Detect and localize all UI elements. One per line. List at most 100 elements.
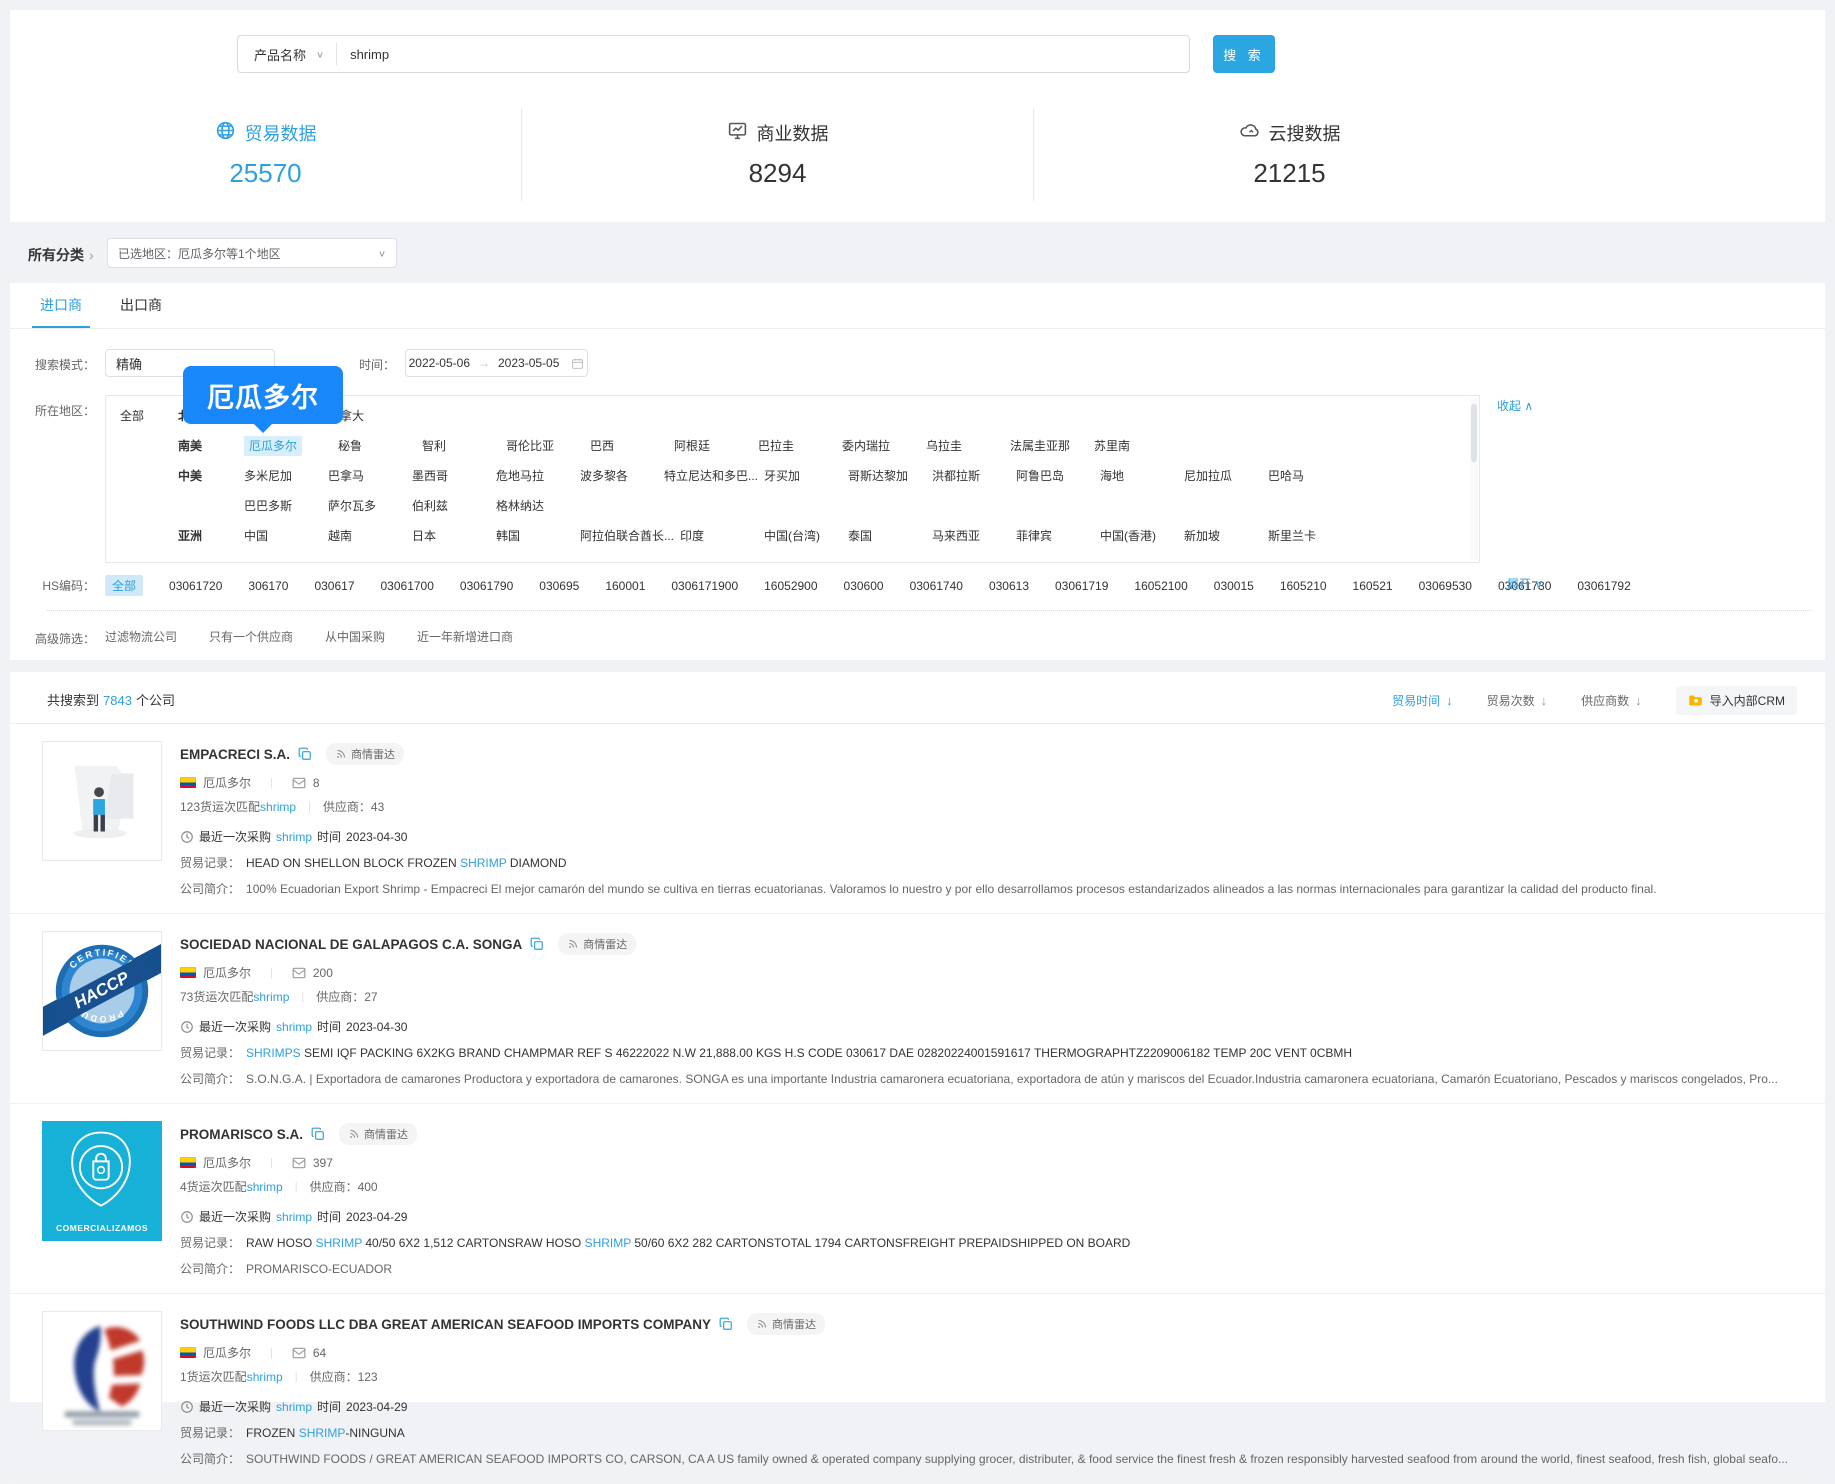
collapse-link[interactable]: 收起 ∧ xyxy=(1497,397,1533,414)
copy-icon[interactable] xyxy=(719,1317,733,1331)
region-item[interactable]: 巴拿马 xyxy=(328,466,412,486)
region-item[interactable]: 阿拉伯联合酋长... xyxy=(580,526,680,546)
business-radar-badge[interactable]: 商情雷达 xyxy=(747,1313,825,1335)
company-logo[interactable]: COMERCIALIZAMOS xyxy=(42,1121,162,1241)
hs-code-chip-selected[interactable]: 全部 xyxy=(105,575,143,596)
region-item[interactable]: 秘鲁 xyxy=(338,436,422,456)
region-item[interactable]: 哥斯达黎加 xyxy=(848,466,932,486)
import-crm-button[interactable]: 导入内部CRM xyxy=(1676,686,1797,715)
business-radar-badge[interactable]: 商情雷达 xyxy=(558,933,636,955)
company-name[interactable]: EMPACRECI S.A. xyxy=(180,747,290,762)
hs-code-chip[interactable]: 306170 xyxy=(248,579,288,593)
trade-record-keyword[interactable]: SHRIMP xyxy=(460,856,506,870)
trade-record-keyword[interactable]: SHRIMPS xyxy=(246,1046,301,1060)
sort-active[interactable]: 贸易时间 ↓ xyxy=(1392,692,1453,709)
hs-code-chip[interactable]: 03061790 xyxy=(460,579,513,593)
region-item[interactable]: 巴拉圭 xyxy=(758,436,842,456)
hs-code-chip[interactable]: 160001 xyxy=(605,579,645,593)
company-logo[interactable]: CERTIFIED PRODUCT HACCP xyxy=(42,931,162,1051)
copy-icon[interactable] xyxy=(311,1127,325,1141)
hs-code-chip[interactable]: 030617 xyxy=(314,579,354,593)
region-item[interactable]: 泰国 xyxy=(848,526,932,546)
search-category-select[interactable]: 产品名称 ∨ xyxy=(238,45,336,64)
region-item[interactable]: 斯里兰卡 xyxy=(1268,526,1352,546)
hs-code-chip[interactable]: 030015 xyxy=(1214,579,1254,593)
region-item[interactable]: 危地马拉 xyxy=(496,466,580,486)
region-item[interactable]: 阿鲁巴岛 xyxy=(1016,466,1100,486)
hs-code-chip[interactable]: 03061792 xyxy=(1577,579,1630,593)
last-purchase-keyword[interactable]: shrimp xyxy=(276,1210,312,1224)
region-item[interactable]: 巴西 xyxy=(590,436,674,456)
region-item[interactable]: 阿根廷 xyxy=(674,436,758,456)
hs-code-chip[interactable]: 16052900 xyxy=(764,579,817,593)
matched-keyword-link[interactable]: shrimp xyxy=(247,1370,283,1384)
last-purchase-keyword[interactable]: shrimp xyxy=(276,830,312,844)
company-name[interactable]: SOCIEDAD NACIONAL DE GALAPAGOS C.A. SONG… xyxy=(180,937,522,952)
hs-code-chip[interactable]: 0306171900 xyxy=(671,579,738,593)
hs-code-chip[interactable]: 03061740 xyxy=(910,579,963,593)
date-range-picker[interactable]: 2022-05-06 → 2023-05-05 xyxy=(405,349,588,377)
region-item[interactable]: 乌拉圭 xyxy=(926,436,1010,456)
hs-code-chip[interactable]: 030600 xyxy=(844,579,884,593)
region-item[interactable]: 韩国 xyxy=(496,526,580,546)
region-item[interactable]: 新加坡 xyxy=(1184,526,1268,546)
hs-code-chip[interactable]: 03069530 xyxy=(1419,579,1472,593)
region-item-all[interactable]: 全部 xyxy=(120,406,178,426)
region-item[interactable]: 海地 xyxy=(1100,466,1184,486)
region-item[interactable]: 智利 xyxy=(422,436,506,456)
trade-record-keyword[interactable]: SHRIMP xyxy=(585,1236,631,1250)
region-scrollbar[interactable] xyxy=(1471,404,1477,462)
search-input[interactable] xyxy=(337,46,1189,63)
business-radar-badge[interactable]: 商情雷达 xyxy=(326,743,404,765)
matched-keyword-link[interactable]: shrimp xyxy=(247,1180,283,1194)
hs-code-chip[interactable]: 030613 xyxy=(989,579,1029,593)
matched-keyword-link[interactable]: shrimp xyxy=(253,990,289,1004)
region-item[interactable]: 多米尼加 xyxy=(244,466,328,486)
breadcrumb-all-categories[interactable]: 所有分类› xyxy=(28,245,94,265)
advanced-filter-item[interactable]: 只有一个供应商 xyxy=(209,628,293,645)
region-item[interactable]: 洪都拉斯 xyxy=(932,466,1016,486)
region-item[interactable]: 特立尼达和多巴... xyxy=(664,466,764,486)
region-item[interactable]: 萨尔瓦多 xyxy=(328,496,412,516)
region-item[interactable]: 中国(台湾) xyxy=(764,526,848,546)
search-button[interactable]: 搜 索 xyxy=(1213,35,1275,73)
last-purchase-keyword[interactable]: shrimp xyxy=(276,1400,312,1414)
hs-code-chip[interactable]: 03061720 xyxy=(169,579,222,593)
region-item-selected[interactable]: 厄瓜多尔 xyxy=(244,436,302,456)
advanced-filter-item[interactable]: 过滤物流公司 xyxy=(105,628,177,645)
region-item[interactable]: 伯利兹 xyxy=(412,496,496,516)
region-item[interactable]: 菲律宾 xyxy=(1016,526,1100,546)
company-name[interactable]: PROMARISCO S.A. xyxy=(180,1127,303,1142)
stat-trade-data[interactable]: 贸易数据 25570 xyxy=(10,108,521,201)
hs-code-chip[interactable]: 16052100 xyxy=(1134,579,1187,593)
sort-option[interactable]: 贸易次数 ↓ xyxy=(1487,692,1548,709)
hs-code-chip[interactable]: 03061719 xyxy=(1055,579,1108,593)
business-radar-badge[interactable]: 商情雷达 xyxy=(339,1123,417,1145)
region-item[interactable]: 波多黎各 xyxy=(580,466,664,486)
region-item[interactable]: 日本 xyxy=(412,526,496,546)
last-purchase-keyword[interactable]: shrimp xyxy=(276,1020,312,1034)
selected-region-dropdown[interactable]: 已选地区：厄瓜多尔等1个地区 ∨ xyxy=(107,238,397,268)
region-item[interactable]: 牙买加 xyxy=(764,466,848,486)
region-item[interactable]: 委内瑞拉 xyxy=(842,436,926,456)
hs-code-chip[interactable]: 030695 xyxy=(539,579,579,593)
hs-code-chip[interactable]: 160521 xyxy=(1353,579,1393,593)
region-item[interactable]: 马来西亚 xyxy=(932,526,1016,546)
region-item[interactable]: 哥伦比亚 xyxy=(506,436,590,456)
trade-record-keyword[interactable]: SHRIMP xyxy=(299,1426,346,1440)
tab-exporters[interactable]: 出口商 xyxy=(120,295,162,329)
copy-icon[interactable] xyxy=(530,937,544,951)
tab-importers[interactable]: 进口商 xyxy=(40,295,82,329)
matched-keyword-link[interactable]: shrimp xyxy=(260,800,296,814)
copy-icon[interactable] xyxy=(298,747,312,761)
region-item[interactable]: 尼加拉瓜 xyxy=(1184,466,1268,486)
region-item[interactable]: 印度 xyxy=(680,526,764,546)
region-item[interactable]: 格林纳达 xyxy=(496,496,580,516)
region-item[interactable]: 墨西哥 xyxy=(412,466,496,486)
region-item[interactable]: 巴哈马 xyxy=(1268,466,1352,486)
hs-code-chip[interactable]: 03061700 xyxy=(381,579,434,593)
region-item[interactable]: 越南 xyxy=(328,526,412,546)
trade-record-keyword[interactable]: SHRIMP xyxy=(316,1236,362,1250)
advanced-filter-item[interactable]: 从中国采购 xyxy=(325,628,385,645)
region-item[interactable]: 中国(香港) xyxy=(1100,526,1184,546)
